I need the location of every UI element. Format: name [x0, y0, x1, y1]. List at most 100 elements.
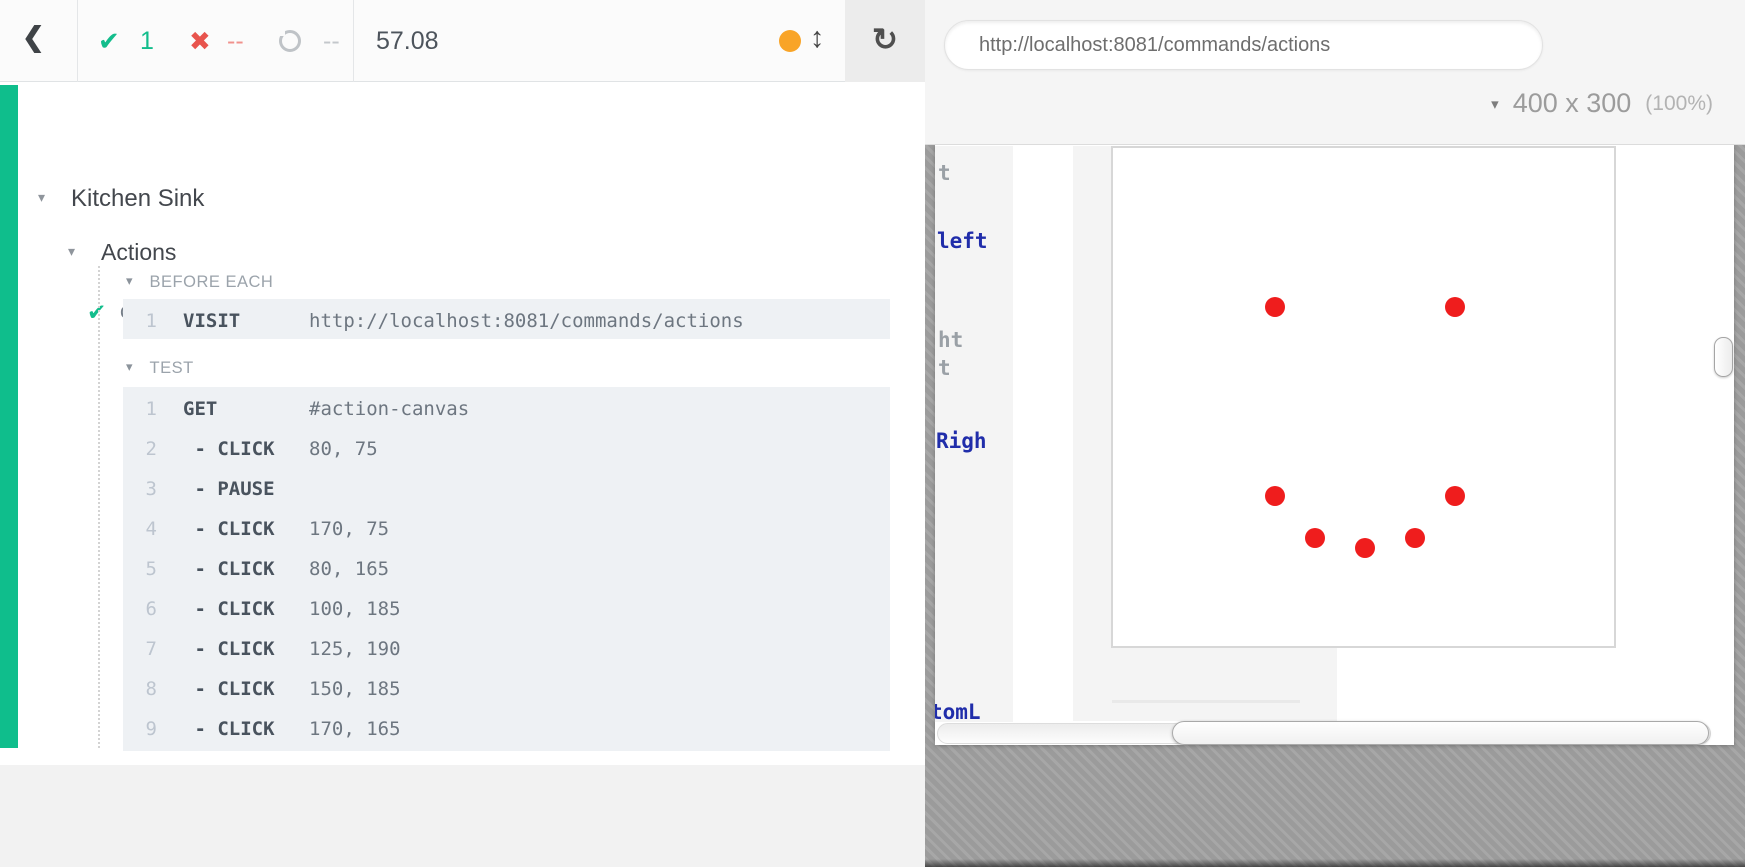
- reporter-header: ❮ ✔ 1 ✖ -- -- 57.08 ↕ ↻: [0, 0, 924, 82]
- code-fragment: left: [937, 227, 988, 255]
- command-number: 7: [123, 638, 157, 660]
- command-number: 3: [123, 478, 157, 500]
- divider: [1112, 700, 1300, 703]
- command-name: - CLICK: [183, 718, 309, 740]
- command-row[interactable]: 1 GET#action-canvas: [123, 389, 890, 429]
- failed-count: --: [227, 24, 244, 58]
- section-label: TEST: [150, 359, 194, 377]
- aut-background: tlefthttRightomL: [925, 145, 1745, 867]
- active-test-bar: [0, 85, 18, 748]
- code-fragment: tomL: [935, 698, 981, 726]
- header-divider: [353, 0, 354, 82]
- chevron-down-icon: ▾: [1491, 95, 1499, 113]
- command-message: #action-canvas: [309, 398, 469, 420]
- viewport-scale-label: (100%): [1645, 92, 1713, 116]
- command-number: 1: [123, 398, 157, 420]
- command-number: 9: [123, 718, 157, 740]
- command-number: 5: [123, 558, 157, 580]
- command-message: 170, 165: [309, 718, 401, 740]
- action-canvas[interactable]: [1111, 146, 1616, 648]
- command-number: 8: [123, 678, 157, 700]
- click-dot: [1355, 538, 1375, 558]
- code-fragment: t: [938, 354, 951, 382]
- section-label: BEFORE EACH: [150, 273, 274, 291]
- chevron-down-icon[interactable]: ▾: [68, 243, 75, 260]
- url-input[interactable]: http://localhost:8081/commands/actions: [944, 20, 1543, 70]
- click-dot: [1405, 528, 1425, 548]
- command-message: 80, 165: [309, 558, 389, 580]
- passed-count: 1: [140, 24, 154, 58]
- failed-cross-icon: ✖: [189, 24, 211, 58]
- status-dot-icon: [779, 30, 801, 52]
- command-name: - CLICK: [183, 438, 309, 460]
- click-dot: [1265, 486, 1285, 506]
- chevron-down-icon: ▾: [126, 359, 133, 374]
- section-header[interactable]: ▾ BEFORE EACH: [126, 273, 273, 293]
- command-message: 100, 185: [309, 598, 401, 620]
- chevron-down-icon[interactable]: ▾: [38, 189, 45, 206]
- command-name: - CLICK: [183, 678, 309, 700]
- command-name: - CLICK: [183, 558, 309, 580]
- command-name: GET: [183, 398, 309, 420]
- reporter-footer: [0, 765, 925, 867]
- code-fragment: Righ: [936, 427, 987, 455]
- suite-actions[interactable]: Actions: [101, 239, 176, 266]
- back-button[interactable]: ❮: [22, 22, 45, 53]
- viewport-size-dropdown[interactable]: ▾ 400 x 300 (100%): [1491, 88, 1713, 119]
- viewport-size-label: 400 x 300: [1513, 88, 1632, 119]
- runner-header: http://localhost:8081/commands/actions ▾…: [925, 0, 1745, 145]
- duration-label: 57.08: [376, 24, 439, 58]
- vertical-scrollbar-thumb[interactable]: [1714, 337, 1733, 377]
- command-log: ▾ Kitchen Sink ▾ Actions ✔ cy.click() - …: [0, 82, 925, 765]
- command-row[interactable]: 3 - PAUSE: [123, 469, 890, 509]
- command-row[interactable]: 4 - CLICK170, 75: [123, 509, 890, 549]
- command-row[interactable]: 9 - CLICK170, 165: [123, 709, 890, 749]
- cypress-test-runner: ❮ ✔ 1 ✖ -- -- 57.08 ↕ ↻ ▾ Kitchen Sink ▾…: [0, 0, 1745, 867]
- click-dot: [1305, 528, 1325, 548]
- window-bottom-edge: [925, 859, 1745, 867]
- command-row[interactable]: 1 VISIThttp://localhost:8081/commands/act…: [123, 301, 890, 341]
- command-block: 1GET#action-canvas2 - CLICK80, 753 - PAU…: [123, 387, 890, 751]
- reload-button[interactable]: ↻: [845, 0, 925, 82]
- command-number: 1: [123, 310, 157, 332]
- header-divider: [77, 0, 78, 82]
- section-header[interactable]: ▾ TEST: [126, 359, 194, 379]
- command-row[interactable]: 8 - CLICK150, 185: [123, 669, 890, 709]
- aut-page: tlefthttRightomL: [935, 145, 1734, 745]
- command-row[interactable]: 5 - CLICK80, 165: [123, 549, 890, 589]
- pending-circle-icon: [279, 30, 301, 52]
- runner-panel: http://localhost:8081/commands/actions ▾…: [925, 0, 1745, 867]
- command-number: 2: [123, 438, 157, 460]
- command-message: 170, 75: [309, 518, 389, 540]
- updown-arrow-icon[interactable]: ↕: [810, 22, 825, 55]
- command-name: - CLICK: [183, 638, 309, 660]
- click-dot: [1445, 486, 1465, 506]
- command-name: - PAUSE: [183, 478, 309, 500]
- reload-icon: ↻: [872, 22, 898, 57]
- command-row[interactable]: 2 - CLICK80, 75: [123, 429, 890, 469]
- command-number: 6: [123, 598, 157, 620]
- command-number: 4: [123, 518, 157, 540]
- indent-guide: [98, 266, 100, 748]
- command-name: - CLICK: [183, 518, 309, 540]
- command-name: - CLICK: [183, 598, 309, 620]
- click-dot: [1445, 297, 1465, 317]
- command-block: 1 VISIThttp://localhost:8081/commands/act…: [123, 299, 890, 339]
- command-message: 125, 190: [309, 638, 401, 660]
- test-passed-check-icon: ✔: [87, 299, 106, 326]
- pending-count: --: [323, 24, 340, 58]
- command-message: 150, 185: [309, 678, 401, 700]
- command-message: http://localhost:8081/commands/actions: [309, 310, 744, 332]
- code-fragment: t: [938, 159, 951, 187]
- command-row[interactable]: 7 - CLICK125, 190: [123, 629, 890, 669]
- command-name: VISIT: [183, 310, 309, 332]
- suite-kitchen-sink[interactable]: Kitchen Sink: [71, 185, 204, 213]
- chevron-down-icon: ▾: [126, 273, 133, 288]
- command-row[interactable]: 6 - CLICK100, 185: [123, 589, 890, 629]
- command-message: 80, 75: [309, 438, 378, 460]
- passed-check-icon: ✔: [98, 24, 120, 58]
- horizontal-scrollbar-thumb[interactable]: [1172, 721, 1709, 745]
- click-dot: [1265, 297, 1285, 317]
- code-fragment: ht: [938, 326, 963, 354]
- reporter-panel: ❮ ✔ 1 ✖ -- -- 57.08 ↕ ↻ ▾ Kitchen Sink ▾…: [0, 0, 925, 867]
